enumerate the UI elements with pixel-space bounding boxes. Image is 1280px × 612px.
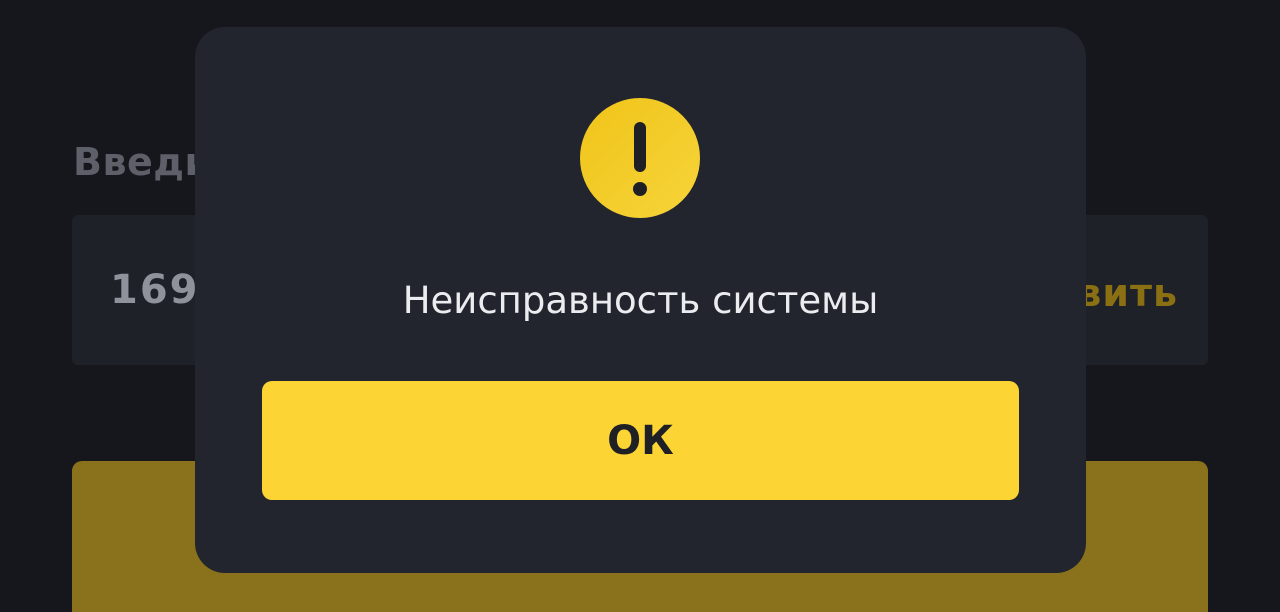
dialog-message: Неисправность системы [402, 279, 879, 322]
warning-icon [580, 98, 700, 218]
input-label: Введи [73, 140, 212, 184]
page: Введи 1694 вить Неисправность системы ОК [0, 0, 1280, 612]
input-action-link[interactable]: вить [1077, 271, 1178, 315]
ok-button[interactable]: ОК [262, 381, 1019, 500]
error-dialog: Неисправность системы ОК [195, 27, 1086, 573]
